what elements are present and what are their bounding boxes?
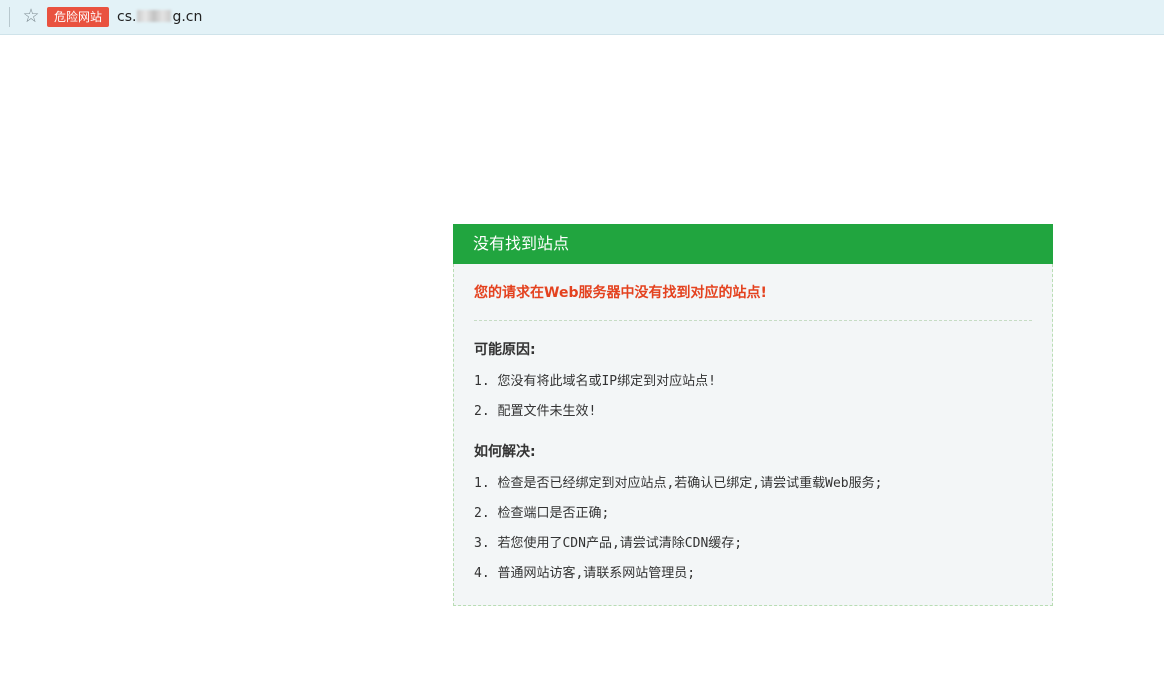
site-not-found-panel: 没有找到站点 您的请求在Web服务器中没有找到对应的站点! 可能原因: 1. 您… — [453, 224, 1053, 606]
solutions-title: 如何解决: — [474, 444, 536, 460]
panel-body: 您的请求在Web服务器中没有找到对应的站点! 可能原因: 1. 您没有将此域名或… — [453, 264, 1053, 606]
star-outline-icon[interactable]: ☆ — [21, 5, 41, 27]
solutions-list: 1. 检查是否已经绑定到对应站点,若确认已绑定,请尝试重载Web服务; 2. 检… — [474, 469, 1032, 589]
reasons-title: 可能原因: — [474, 342, 536, 358]
url-suffix: g.cn — [172, 9, 203, 25]
reason-item: 2. 配置文件未生效! — [474, 404, 597, 419]
solution-item: 3. 若您使用了CDN产品,请尝试清除CDN缓存; — [474, 536, 743, 551]
reasons-list: 1. 您没有将此域名或IP绑定到对应站点! 2. 配置文件未生效! — [474, 367, 1032, 427]
panel-header-title: 没有找到站点 — [453, 224, 1053, 264]
solution-item: 1. 检查是否已经绑定到对应站点,若确认已绑定,请尝试重载Web服务; — [474, 476, 883, 491]
url-redacted-blur — [137, 10, 172, 22]
solution-item: 4. 普通网站访客,请联系网站管理员; — [474, 566, 696, 581]
dashed-divider — [474, 320, 1032, 321]
error-message: 您的请求在Web服务器中没有找到对应的站点! — [474, 285, 767, 301]
toolbar-divider — [9, 7, 10, 27]
url-prefix: cs. — [117, 9, 137, 25]
reason-item: 1. 您没有将此域名或IP绑定到对应站点! — [474, 374, 716, 389]
danger-site-badge[interactable]: 危险网站 — [47, 7, 110, 27]
url-field[interactable]: cs. g.cn — [117, 7, 202, 27]
address-bar: ☆ 危险网站 cs. g.cn — [0, 0, 1164, 35]
solution-item: 2. 检查端口是否正确; — [474, 506, 610, 521]
